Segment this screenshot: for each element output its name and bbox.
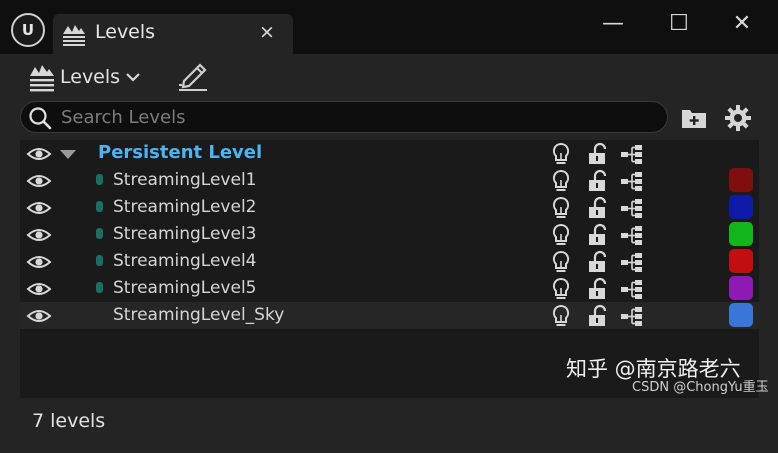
lock-icon[interactable] <box>587 142 607 165</box>
level-row[interactable]: StreamingLevel4 <box>20 248 759 275</box>
lock-icon[interactable] <box>587 196 607 219</box>
level-row[interactable]: StreamingLevel2 <box>20 194 759 221</box>
lighting-bulb-icon[interactable] <box>551 223 571 246</box>
expand-caret-icon[interactable] <box>60 150 76 159</box>
hierarchy-icon[interactable] <box>620 225 644 246</box>
level-color-swatch[interactable] <box>729 276 753 300</box>
visibility-eye-icon[interactable] <box>26 306 52 326</box>
chevron-down-icon <box>126 73 140 82</box>
level-row[interactable]: StreamingLevel3 <box>20 221 759 248</box>
search-box <box>20 101 668 133</box>
level-name[interactable]: StreamingLevel4 <box>113 251 257 271</box>
lighting-bulb-icon[interactable] <box>551 169 571 192</box>
tab-close-button[interactable]: × <box>259 21 275 43</box>
lock-icon[interactable] <box>587 223 607 246</box>
lighting-bulb-icon[interactable] <box>551 250 571 273</box>
hierarchy-icon[interactable] <box>620 171 644 192</box>
unreal-logo-icon: U <box>11 13 45 47</box>
streaming-level-icon <box>96 282 103 293</box>
visibility-eye-icon[interactable] <box>26 171 52 191</box>
visibility-eye-icon[interactable] <box>26 252 52 272</box>
edit-pencil-icon[interactable] <box>176 59 210 93</box>
streaming-level-icon <box>96 228 103 239</box>
lock-icon[interactable] <box>587 169 607 192</box>
lock-icon[interactable] <box>587 304 607 327</box>
maximize-button[interactable]: ☐ <box>659 8 699 38</box>
level-row[interactable]: StreamingLevel1 <box>20 167 759 194</box>
streaming-level-icon <box>96 174 103 185</box>
search-icon <box>29 107 52 130</box>
hierarchy-icon[interactable] <box>620 144 644 165</box>
hierarchy-icon[interactable] <box>620 198 644 219</box>
title-bar: U Levels × — ☐ ✕ <box>0 0 778 54</box>
level-name[interactable]: StreamingLevel1 <box>113 170 257 190</box>
visibility-eye-icon[interactable] <box>26 144 52 164</box>
lighting-bulb-icon[interactable] <box>551 142 571 165</box>
hierarchy-icon[interactable] <box>620 306 644 327</box>
logo-letter: U <box>21 21 35 39</box>
level-name[interactable]: Persistent Level <box>98 142 262 163</box>
level-name[interactable]: StreamingLevel5 <box>113 278 257 298</box>
tab-levels[interactable]: Levels × <box>53 14 293 54</box>
level-name[interactable]: StreamingLevel_Sky <box>113 305 284 325</box>
search-input[interactable] <box>61 104 651 130</box>
levels-dropdown-button[interactable]: Levels <box>28 60 140 94</box>
level-color-swatch[interactable] <box>729 222 753 246</box>
visibility-eye-icon[interactable] <box>26 225 52 245</box>
tab-title: Levels <box>95 21 156 43</box>
streaming-level-icon <box>96 201 103 212</box>
gear-icon[interactable] <box>724 104 752 132</box>
lighting-bulb-icon[interactable] <box>551 196 571 219</box>
level-color-swatch[interactable] <box>729 195 753 219</box>
hierarchy-icon[interactable] <box>620 252 644 273</box>
lighting-bulb-icon[interactable] <box>551 277 571 300</box>
watermark-csdn: CSDN @ChongYu重玉 <box>632 380 769 395</box>
level-name[interactable]: StreamingLevel2 <box>113 197 257 217</box>
minimize-button[interactable]: — <box>593 8 633 38</box>
level-row[interactable]: StreamingLevel5 <box>20 275 759 302</box>
level-count: 7 levels <box>32 410 106 432</box>
lock-icon[interactable] <box>587 277 607 300</box>
visibility-eye-icon[interactable] <box>26 279 52 299</box>
levels-dropdown-label: Levels <box>60 66 121 88</box>
level-row[interactable]: StreamingLevel_Sky <box>20 302 759 329</box>
levels-icon <box>63 25 85 46</box>
level-color-swatch[interactable] <box>729 168 753 192</box>
visibility-eye-icon[interactable] <box>26 198 52 218</box>
levels-icon <box>30 65 54 92</box>
persistent-level-row[interactable]: Persistent Level <box>20 140 759 167</box>
lock-icon[interactable] <box>587 250 607 273</box>
streaming-level-icon <box>96 255 103 266</box>
hierarchy-icon[interactable] <box>620 279 644 300</box>
level-color-swatch[interactable] <box>729 249 753 273</box>
close-button[interactable]: ✕ <box>722 8 762 38</box>
add-folder-icon[interactable] <box>680 104 708 132</box>
level-color-swatch[interactable] <box>729 303 753 327</box>
level-name[interactable]: StreamingLevel3 <box>113 224 257 244</box>
lighting-bulb-icon[interactable] <box>551 304 571 327</box>
